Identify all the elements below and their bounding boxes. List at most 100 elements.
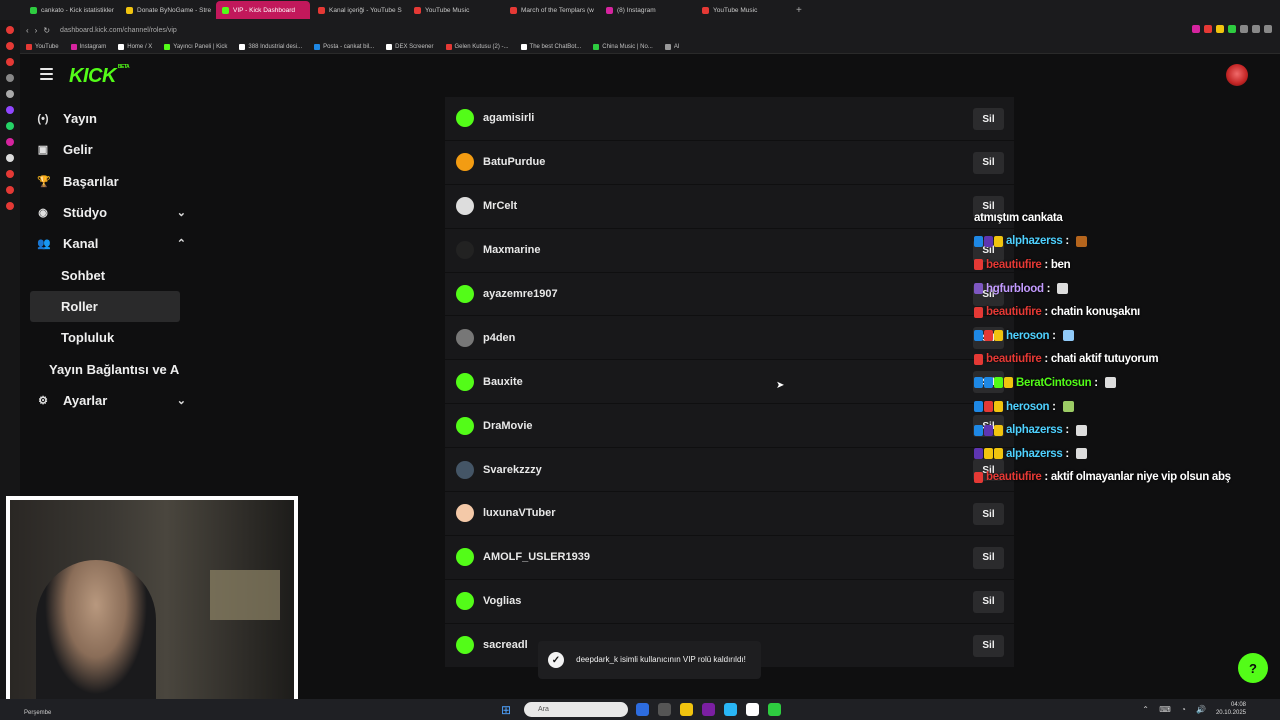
chat-message: heroson : bbox=[974, 324, 1274, 348]
taskbar-app-icon[interactable] bbox=[724, 703, 737, 716]
taskbar-app-icon[interactable] bbox=[680, 703, 693, 716]
side-app-icon[interactable] bbox=[6, 122, 14, 130]
bookmark-item[interactable]: DEX Screener bbox=[386, 43, 434, 50]
bookmark-item[interactable]: Home / X bbox=[118, 43, 152, 50]
bookmark-label: China Music | No... bbox=[602, 43, 653, 50]
sidebar-item-stüdyo[interactable]: ◉ Stüdyo ⌄ bbox=[30, 197, 186, 228]
browser-tab[interactable]: YouTube Music bbox=[408, 1, 502, 19]
new-tab-icon[interactable]: + bbox=[796, 5, 802, 16]
sidebar-item-label: Ayarlar bbox=[63, 392, 108, 408]
user-avatar[interactable] bbox=[1226, 64, 1248, 86]
bookmark-item[interactable]: Yayıncı Paneli | Kick bbox=[164, 43, 228, 50]
chat-text: : bbox=[1062, 447, 1072, 460]
bookmark-icon bbox=[314, 43, 321, 50]
start-icon[interactable]: ⊞ bbox=[501, 703, 511, 717]
sidebar-item-kanal[interactable]: 👥 Kanal ⌃ bbox=[30, 228, 186, 259]
remove-vip-button[interactable]: Sil bbox=[973, 546, 1004, 569]
chat-text: : ben bbox=[1041, 258, 1071, 271]
sidebar-item-başarılar[interactable]: 🏆 Başarılar bbox=[30, 166, 180, 197]
side-app-icon[interactable] bbox=[6, 170, 14, 178]
chat-username: alphazerss bbox=[1006, 235, 1063, 248]
extension-icon[interactable] bbox=[1240, 25, 1248, 33]
extension-icon[interactable] bbox=[1192, 25, 1200, 33]
bookmark-item[interactable]: Posta - cankat bil... bbox=[314, 43, 374, 50]
back-icon[interactable]: ‹ bbox=[26, 26, 29, 35]
side-app-icon[interactable] bbox=[6, 74, 14, 82]
sidebar-item-gelir[interactable]: ▣ Gelir bbox=[30, 134, 180, 165]
extension-icon[interactable] bbox=[1252, 25, 1260, 33]
tab-title: March of the Templars (w bbox=[521, 6, 594, 14]
chat-badges bbox=[974, 471, 983, 483]
extension-icon[interactable] bbox=[1216, 25, 1224, 33]
side-app-icon[interactable] bbox=[6, 106, 14, 114]
tab-title: Donate ByNoGame - Stre bbox=[137, 6, 212, 14]
side-app-icon[interactable] bbox=[6, 90, 14, 98]
remove-vip-button[interactable]: Sil bbox=[973, 590, 1004, 613]
extension-icon[interactable] bbox=[1264, 25, 1272, 33]
taskbar-app-icon[interactable] bbox=[768, 703, 781, 716]
bookmark-item[interactable]: 388 Industrial desi... bbox=[239, 43, 302, 50]
browser-tab[interactable]: VIP - Kick Dashboard bbox=[216, 1, 310, 19]
username: sacreadl bbox=[483, 639, 528, 652]
help-button[interactable]: ? bbox=[1238, 653, 1268, 683]
taskbar-app-icon[interactable] bbox=[746, 703, 759, 716]
chevron-down-icon[interactable]: ⌄ bbox=[177, 206, 186, 219]
badge-icon bbox=[994, 235, 1003, 247]
taskbar-search[interactable]: Ara bbox=[524, 702, 628, 717]
sidebar-item-ayarlar[interactable]: ⚙ Ayarlar ⌄ bbox=[30, 385, 186, 416]
screen: cankato - Kick istatistikler Donate ByNoG… bbox=[0, 0, 1280, 720]
url-field[interactable]: dashboard.kick.com/channel/roles/vip bbox=[60, 27, 177, 34]
remove-vip-button[interactable]: Sil bbox=[973, 634, 1004, 657]
remove-vip-button[interactable]: Sil bbox=[973, 151, 1004, 174]
sidebar-item-sohbet[interactable]: Sohbet bbox=[30, 259, 180, 290]
side-app-icon[interactable] bbox=[6, 186, 14, 194]
clock[interactable]: 04:08 20.10.2025 bbox=[1216, 702, 1246, 718]
side-app-icon[interactable] bbox=[6, 202, 14, 210]
side-app-icon[interactable] bbox=[6, 42, 14, 50]
taskbar: Perşembe ⊞ Ara ⌃ ⌨ ◔ 🔊 04:08 20.10.2025 bbox=[0, 699, 1280, 720]
forward-icon[interactable]: › bbox=[35, 26, 38, 35]
kick-logo[interactable]: KICK BETA bbox=[69, 64, 130, 88]
browser-tab[interactable]: cankato - Kick istatistikler bbox=[24, 1, 118, 19]
user-avatar bbox=[456, 504, 474, 523]
bookmark-item[interactable]: YouTube bbox=[26, 43, 59, 50]
side-app-icon[interactable] bbox=[6, 58, 14, 66]
extension-icon[interactable] bbox=[1204, 25, 1212, 33]
chevron-up-icon[interactable]: ⌃ bbox=[177, 237, 186, 250]
tray-icons[interactable]: ⌃ ⌨ ◔ 🔊 bbox=[1142, 705, 1210, 714]
taskbar-app-icon[interactable] bbox=[636, 703, 649, 716]
taskbar-app-icon[interactable] bbox=[702, 703, 715, 716]
side-app-icon[interactable] bbox=[6, 26, 14, 34]
chevron-down-icon[interactable]: ⌄ bbox=[177, 394, 186, 407]
bookmark-label: Yayıncı Paneli | Kick bbox=[173, 43, 228, 50]
bookmark-item[interactable]: The best ChatBot... bbox=[520, 43, 581, 50]
browser-tab[interactable]: March of the Templars (w bbox=[504, 1, 598, 19]
username: Maxmarine bbox=[483, 244, 541, 257]
menu-icon[interactable] bbox=[40, 68, 53, 80]
bookmark-item[interactable]: Instagram bbox=[70, 43, 106, 50]
browser-tab[interactable]: Kanal içeriği - YouTube S bbox=[312, 1, 406, 19]
wall-map bbox=[210, 570, 280, 620]
reload-icon[interactable]: ↻ bbox=[43, 26, 50, 35]
sidebar-item-yayın-bağlantısı-ve-a[interactable]: Yayın Bağlantısı ve A bbox=[30, 353, 180, 384]
browser-tab[interactable]: YouTube Music bbox=[696, 1, 790, 19]
sidebar-item-topluluk[interactable]: Topluluk bbox=[30, 322, 180, 353]
tab-favicon-icon bbox=[702, 6, 709, 14]
toast-message: deepdark_k isimli kullanıcının VIP rolü … bbox=[576, 655, 746, 665]
bookmark-item[interactable]: China Music | No... bbox=[593, 43, 653, 50]
browser-tab[interactable]: (8) Instagram bbox=[600, 1, 694, 19]
sidebar-item-yayın[interactable]: (•) Yayın bbox=[30, 103, 180, 134]
sidebar-item-roller[interactable]: Roller bbox=[30, 290, 180, 323]
tab-title: Kanal içeriği - YouTube S bbox=[329, 6, 402, 14]
remove-vip-button[interactable]: Sil bbox=[973, 503, 1004, 526]
remove-vip-button[interactable]: Sil bbox=[973, 108, 1004, 130]
chat-message: beautiufire : aktif olmayanlar niye vip … bbox=[974, 466, 1274, 490]
bookmark-item[interactable]: AI bbox=[664, 43, 680, 50]
side-app-icon[interactable] bbox=[6, 138, 14, 146]
bookmark-item[interactable]: Gelen Kutusu (2) -... bbox=[445, 43, 509, 50]
browser-tab[interactable]: Donate ByNoGame - Stre bbox=[120, 1, 214, 19]
weather-widget[interactable]: Perşembe bbox=[24, 710, 51, 716]
side-app-icon[interactable] bbox=[6, 154, 14, 162]
extension-icon[interactable] bbox=[1228, 25, 1236, 33]
taskbar-app-icon[interactable] bbox=[658, 703, 671, 716]
